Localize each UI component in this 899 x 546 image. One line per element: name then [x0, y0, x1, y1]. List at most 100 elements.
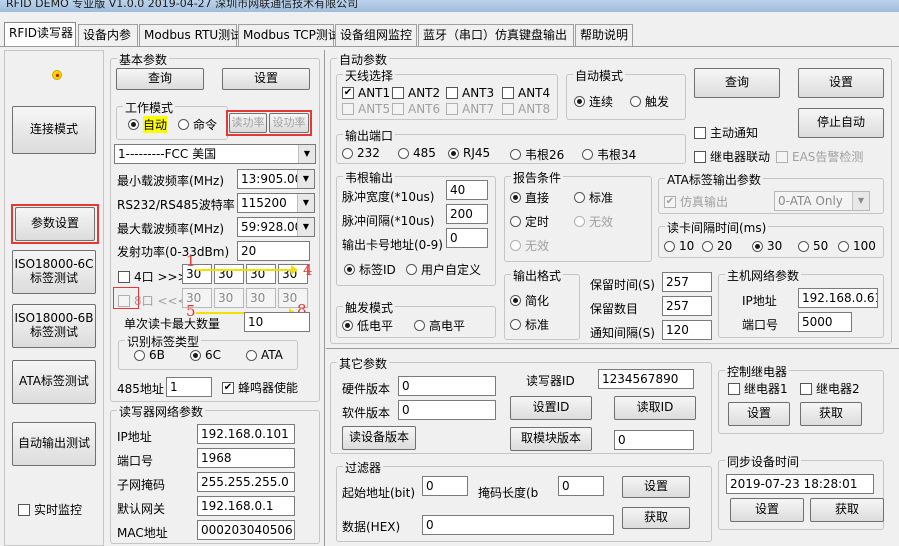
iso6b-test-button[interactable]: ISO18000-6B 标签测试 [12, 304, 96, 348]
active-notify-checkbox[interactable]: 主动通知 [694, 124, 758, 141]
hold-count-input[interactable]: 257 [662, 296, 712, 316]
read-version-button[interactable]: 读设备版本 [342, 426, 416, 450]
report-direct-radio[interactable]: 直接 [510, 189, 549, 206]
interval-50-radio[interactable]: 50 [798, 239, 828, 253]
start-addr-input[interactable]: 0 [422, 476, 468, 496]
buzzer-checkbox[interactable]: ✔ 蜂鸣器使能 [222, 379, 298, 396]
set-power-button[interactable]: 设功率 [269, 113, 309, 133]
sim-output-checkbox[interactable]: ✔ 仿真输出 [664, 193, 728, 210]
notify-interval-input[interactable]: 120 [662, 320, 712, 340]
tx-power-input[interactable]: 20 [237, 241, 310, 261]
tab-modbus-rtu[interactable]: Modbus RTU测试 [139, 24, 242, 46]
format-simple-radio[interactable]: 简化 [510, 292, 549, 309]
iso6c-test-button[interactable]: ISO18000-6C 标签测试 [12, 250, 96, 294]
port-485-radio[interactable]: 485 [398, 146, 436, 160]
sync-get-button[interactable]: 获取 [810, 498, 884, 522]
reader-id-input[interactable]: 1234567890 [598, 369, 694, 389]
report-invalid-radio-1[interactable]: 无效 [574, 213, 613, 230]
port-wiegand26-radio[interactable]: 韦根26 [510, 146, 564, 163]
host-ip-input[interactable]: 192.168.0.61 [798, 288, 878, 308]
tab-modbus-tcp[interactable]: Modbus TCP测试 [238, 24, 340, 46]
continuous-radio[interactable]: 连续 [574, 93, 613, 110]
ant7-checkbox[interactable]: ANT7 [446, 102, 494, 116]
sync-datetime-input[interactable]: 2019-07-23 18:28:01 [726, 474, 874, 494]
tag-6c-radio[interactable]: 6C [190, 348, 221, 362]
max-read-input[interactable]: 10 [244, 312, 310, 332]
interval-20-radio[interactable]: 20 [702, 239, 732, 253]
max-freq-select[interactable]: 59:928.00 [237, 217, 315, 237]
read-power-button[interactable]: 读功率 [229, 113, 267, 133]
hold-time-input[interactable]: 257 [662, 272, 712, 292]
tab-network-monitor[interactable]: 设备组网监控 [335, 24, 417, 46]
format-standard-radio[interactable]: 标准 [510, 316, 549, 333]
mode-cmd-radio[interactable]: 命令 [178, 116, 217, 133]
report-invalid-radio-2[interactable]: 无效 [510, 237, 549, 254]
report-standard-radio[interactable]: 标准 [574, 189, 613, 206]
filter-set-button[interactable]: 设置 [622, 476, 690, 498]
tag-id-radio[interactable]: 标签ID [344, 261, 396, 278]
ant4-auto-checkbox[interactable]: ANT4 [502, 86, 550, 100]
addr485-input[interactable]: 1 [166, 377, 212, 397]
relay-link-checkbox[interactable]: 继电器联动 [694, 148, 770, 165]
relay-set-button[interactable]: 设置 [728, 402, 790, 426]
gateway-input[interactable]: 192.168.0.1 [197, 496, 295, 516]
trigger-radio[interactable]: 触发 [630, 93, 669, 110]
pulse-width-input[interactable]: 40 [446, 180, 488, 200]
high-level-radio[interactable]: 高电平 [414, 317, 465, 334]
low-level-radio[interactable]: 低电平 [342, 317, 393, 334]
port-rj45-radio[interactable]: RJ45 [448, 146, 490, 160]
ant8-auto-checkbox[interactable]: ANT8 [502, 102, 550, 116]
user-def-radio[interactable]: 用户自定义 [406, 261, 481, 278]
ip-input[interactable]: 192.168.0.101 [197, 424, 295, 444]
auto-set-button[interactable]: 设置 [798, 68, 884, 98]
ant-power-2[interactable]: 30 [214, 264, 244, 284]
ant-power-3[interactable]: 30 [246, 264, 276, 284]
ant1-checkbox[interactable]: ✔ ANT1 [342, 86, 390, 100]
pulse-interval-input[interactable]: 200 [446, 204, 488, 224]
relay-get-button[interactable]: 获取 [800, 402, 862, 426]
basic-set-button[interactable]: 设置 [222, 68, 310, 90]
tab-device-params[interactable]: 设备内参 [78, 24, 138, 46]
ant-power-7[interactable]: 30 [246, 288, 276, 308]
host-port-input[interactable]: 5000 [798, 312, 852, 332]
baud-select[interactable]: 115200 [237, 193, 315, 213]
report-timed-radio[interactable]: 定时 [510, 213, 549, 230]
tab-rfid-reader[interactable]: RFID读写器 [4, 22, 76, 46]
ant-power-6[interactable]: 30 [214, 288, 244, 308]
ant3-checkbox[interactable]: ANT3 [446, 86, 494, 100]
hw-version-input[interactable]: 0 [398, 376, 496, 396]
port-input[interactable]: 1968 [197, 448, 295, 468]
eas-alarm-checkbox[interactable]: EAS告警检测 [776, 148, 863, 165]
ant5-checkbox[interactable]: ANT5 [342, 102, 390, 116]
module-version-input[interactable]: 0 [614, 430, 694, 450]
mode-auto-radio[interactable]: 自动 [128, 116, 168, 133]
min-freq-select[interactable]: 13:905.00 [237, 169, 315, 189]
ata-test-button[interactable]: ATA标签测试 [12, 360, 96, 404]
tag-ata-radio[interactable]: ATA [246, 348, 283, 362]
set-id-button[interactable]: 设置ID [510, 396, 592, 420]
filter-get-button[interactable]: 获取 [622, 507, 690, 529]
card-addr-input[interactable]: 0 [446, 228, 488, 248]
auto-output-test-button[interactable]: 自动输出测试 [12, 422, 96, 466]
port-wiegand34-radio[interactable]: 韦根34 [582, 146, 636, 163]
auto-query-button[interactable]: 查询 [694, 68, 780, 98]
mask-input[interactable]: 255.255.255.0 [197, 472, 295, 492]
read-id-button[interactable]: 读取ID [614, 396, 696, 420]
stop-auto-button[interactable]: 停止自动 [798, 108, 884, 138]
port-232-radio[interactable]: 232 [342, 146, 380, 160]
basic-query-button[interactable]: 查询 [116, 68, 204, 90]
sync-set-button[interactable]: 设置 [730, 498, 804, 522]
tab-bluetooth-keyboard[interactable]: 蓝牙（串口）仿真键盘输出 [418, 24, 574, 46]
interval-30-radio[interactable]: 30 [752, 239, 782, 253]
interval-100-radio[interactable]: 100 [838, 239, 876, 253]
mask-len-input[interactable]: 0 [558, 476, 604, 496]
module-version-button[interactable]: 取模块版本 [510, 427, 592, 451]
tag-6b-radio[interactable]: 6B [134, 348, 165, 362]
relay2-checkbox[interactable]: 继电器2 [800, 380, 860, 397]
interval-10-radio[interactable]: 10 [664, 239, 694, 253]
sw-version-input[interactable]: 0 [398, 400, 496, 420]
ata-mode-select[interactable]: 0-ATA Only [774, 191, 870, 211]
realtime-monitor-checkbox[interactable]: 实时监控 [18, 501, 82, 518]
mac-input[interactable]: 000203040506 [197, 520, 295, 540]
relay1-checkbox[interactable]: 继电器1 [728, 380, 788, 397]
